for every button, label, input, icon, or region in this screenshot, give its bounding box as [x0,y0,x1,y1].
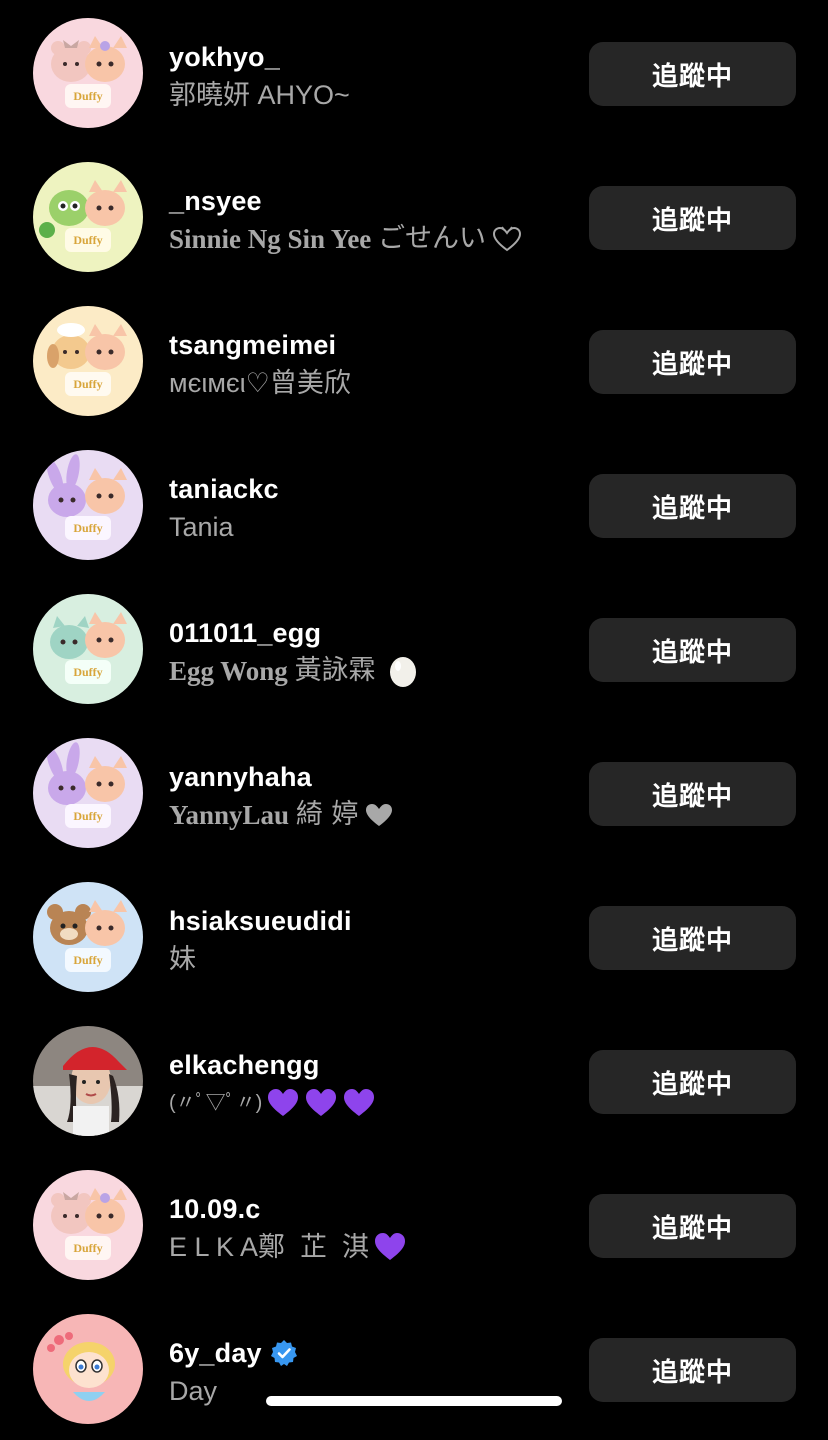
full-name: 妹 [169,944,196,974]
avatar[interactable]: Duffy [33,594,143,704]
full-name: E L K A鄭 芷 淇 [169,1230,569,1264]
avatar[interactable]: Duffy [33,306,143,416]
purple-heart-icon [344,1089,375,1116]
username[interactable]: elkachengg [169,1050,320,1081]
list-item[interactable]: Duffy hsiaksueudidi 妹 追蹤中 [0,864,828,1008]
username[interactable]: taniackc [169,474,279,505]
full-name-text: E L K A鄭 芷 淇 [169,1232,370,1262]
full-name: (〃ﾟ▽ﾟ〃) [169,1086,569,1120]
following-button[interactable]: 追蹤中 [589,42,796,106]
duffy-friends-stellalou-avatar: Duffy [33,738,143,848]
duffy-friends-green-turtle-avatar: Duffy [33,162,143,272]
full-name-kaomoji: (〃ﾟ▽ﾟ〃) [169,1092,263,1114]
list-item[interactable]: Duffy 10.09.c E L K A鄭 芷 淇 追蹤中 [0,1152,828,1296]
verified-badge-icon [270,1340,297,1366]
duffy-friends-stellalou-avatar: Duffy [33,450,143,560]
username[interactable]: yokhyo_ [169,42,280,73]
following-button[interactable]: 追蹤中 [589,474,796,538]
full-name-cjk: 黃詠霖 [294,655,376,686]
following-button[interactable]: 追蹤中 [589,330,796,394]
following-button[interactable]: 追蹤中 [589,1050,796,1114]
svg-text:Duffy: Duffy [73,233,102,247]
full-name: Tania [169,512,234,542]
username[interactable]: yannyhaha [169,762,312,793]
svg-text:Duffy: Duffy [73,809,102,823]
duffy-friends-pink-bear-avatar: Duffy [33,1170,143,1280]
powerpuff-girl-avatar [33,1314,143,1424]
list-item[interactable]: Duffy yokhyo_ 郭曉妍 AHYO~ 追蹤中 [0,0,828,144]
following-button[interactable]: 追蹤中 [589,906,796,970]
full-name: Sinnie Ng Sin Yee ごせんい [169,222,569,256]
avatar[interactable]: Duffy [33,162,143,272]
avatar[interactable]: Duffy [33,18,143,128]
full-name: мєιмєι♡曾美欣 [169,368,351,398]
duffy-friends-pink-bear-avatar: Duffy [33,18,143,128]
list-item[interactable]: Duffy yannyhaha YannyLau 綺 婷 追蹤中 [0,720,828,864]
duffy-friends-duffy-avatar: Duffy [33,882,143,992]
username[interactable]: tsangmeimei [169,330,336,361]
svg-text:Duffy: Duffy [73,521,102,535]
full-name-cjk: ごせんい [378,223,487,254]
full-name-latin: YannyLau [169,800,290,830]
svg-text:Duffy: Duffy [73,665,102,679]
list-item[interactable]: 6y_day Day 追蹤中 [0,1296,828,1440]
avatar[interactable] [33,1314,143,1424]
purple-heart-icon [375,1233,406,1260]
full-name-cjk: 綺 婷 [295,799,359,830]
full-name: YannyLau 綺 婷 [169,798,569,832]
avatar[interactable]: Duffy [33,882,143,992]
avatar[interactable]: Duffy [33,1170,143,1280]
following-button[interactable]: 追蹤中 [589,1194,796,1258]
username[interactable]: _nsyee [169,186,262,217]
list-item[interactable]: elkachengg (〃ﾟ▽ﾟ〃) 追蹤中 [0,1008,828,1152]
list-item[interactable]: Duffy 011011_egg Egg Wong 黃詠霖 追蹤中 [0,576,828,720]
avatar[interactable]: Duffy [33,450,143,560]
full-name-latin: Sinnie Ng Sin Yee [169,224,372,254]
purple-heart-icon [268,1089,299,1116]
list-item[interactable]: Duffy _nsyee Sinnie Ng Sin Yee ごせんい 追蹤中 [0,144,828,288]
full-name: 郭曉妍 AHYO~ [169,80,350,110]
outline-heart-icon [493,226,522,252]
following-button[interactable]: 追蹤中 [589,762,796,826]
username[interactable]: 10.09.c [169,1194,260,1225]
grey-heart-icon [366,804,393,826]
username[interactable]: 011011_egg [169,618,321,649]
duffy-friends-cookie-dog-avatar: Duffy [33,306,143,416]
egg-icon [389,657,416,687]
purple-heart-icon [306,1089,337,1116]
svg-text:Duffy: Duffy [73,377,102,391]
avatar[interactable] [33,1026,143,1136]
list-item[interactable]: Duffy taniackc Tania 追蹤中 [0,432,828,576]
username[interactable]: hsiaksueudidi [169,906,352,937]
duffy-friends-gelatoni-avatar: Duffy [33,594,143,704]
following-button[interactable]: 追蹤中 [589,186,796,250]
person-red-cap-photo-avatar [33,1026,143,1136]
following-button[interactable]: 追蹤中 [589,618,796,682]
full-name-latin: Egg Wong [169,656,288,686]
full-name: Egg Wong 黃詠霖 [169,654,569,688]
following-list: Duffy yokhyo_ 郭曉妍 AHYO~ 追蹤中 Duffy _nsyee… [0,0,828,1440]
following-button[interactable]: 追蹤中 [589,1338,796,1402]
list-item[interactable]: Duffy tsangmeimei мєιмєι♡曾美欣 追蹤中 [0,288,828,432]
svg-text:Duffy: Duffy [73,1241,102,1255]
svg-text:Duffy: Duffy [73,89,102,103]
svg-text:Duffy: Duffy [73,953,102,967]
avatar[interactable]: Duffy [33,738,143,848]
home-indicator[interactable] [266,1396,562,1406]
username[interactable]: 6y_day [169,1338,262,1369]
